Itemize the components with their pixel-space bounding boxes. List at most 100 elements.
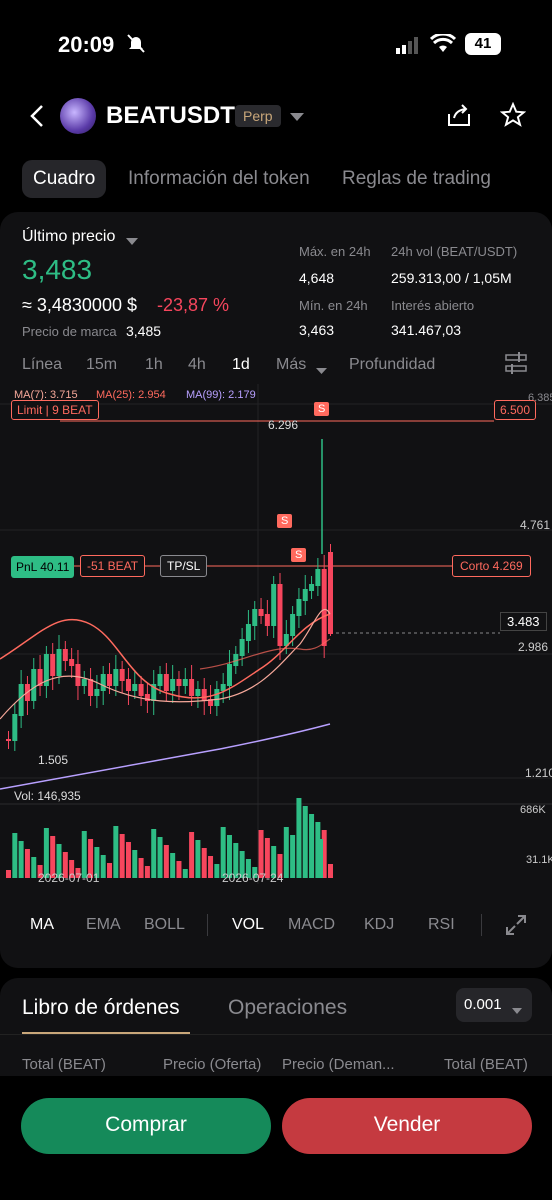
star-icon[interactable] [499,101,527,133]
tf-15m[interactable]: 15m [86,356,117,374]
tf-depth[interactable]: Profundidad [349,356,435,374]
chart-panel: Último precio 3,483 ≈ 3,4830000 $ -23,87… [0,212,552,968]
ma99-label: MA(99): 2.179 [186,389,256,401]
col-header: Precio (Deman... [282,1056,395,1073]
last-price-label[interactable]: Último precio [22,228,115,246]
oi-value: 341.467,03 [391,322,462,338]
candle-body [220,684,226,691]
candle-body [31,669,37,701]
candle-body [189,679,195,696]
position-qty-tag: -51 BEAT [80,555,146,577]
tf-1h[interactable]: 1h [145,356,163,374]
volume-bar [170,853,176,878]
candle-body [315,569,321,586]
ind-boll[interactable]: BOLL [144,916,185,934]
tab-token-info[interactable]: Información del token [128,168,310,190]
bottom-bar: Comprar Vender [0,1076,552,1200]
chevron-down-icon[interactable] [290,110,304,128]
limit-label: Limit [17,403,43,417]
candle-body [69,659,75,666]
volume-bar [31,857,37,878]
high-value: 4,648 [299,270,335,286]
vol-label: 24h vol (BEAT/USDT) [391,244,518,259]
price-change: -23,87 % [157,295,230,315]
candle-body [277,584,283,646]
ind-vol[interactable]: VOL [232,916,264,934]
candle-body [258,609,264,616]
ind-rsi[interactable]: RSI [428,916,455,934]
sell-marker[interactable]: S [291,548,307,562]
ind-kdj[interactable]: KDJ [364,916,394,934]
volume-bar [157,837,163,878]
volume-bar [132,850,138,878]
tf-4h[interactable]: 4h [188,356,206,374]
tf-1d[interactable]: 1d [232,356,250,374]
candle-body [113,669,119,686]
candle-body [163,674,169,691]
candle-body [138,684,144,696]
symbol-title[interactable]: BEATUSDT [106,102,235,130]
tab-orderbook[interactable]: Libro de órdenes [22,996,180,1020]
limit-order-tag[interactable]: Limit | 9 BEAT [11,400,99,420]
volume-bar [201,848,207,878]
volume-bar [24,849,30,878]
chevron-down-icon[interactable] [126,233,138,251]
volume-bar [12,833,18,878]
volume-bar [144,866,150,878]
signal-icon [396,36,422,59]
divider [0,1034,552,1035]
candle-body [182,679,188,686]
top-tabs: Cuadro Información del token Reglas de t… [0,158,552,198]
sell-marker[interactable]: S [314,402,330,416]
chevron-down-icon[interactable] [316,362,327,380]
tf-line[interactable]: Línea [22,356,62,374]
fullscreen-icon[interactable] [505,914,527,941]
candle-body [290,614,296,636]
pnl-badge[interactable]: PnL 40.11 [11,556,75,578]
volume-bar [214,864,220,878]
candle-body [252,609,258,626]
candle-body [6,739,11,741]
candle-body [88,679,94,696]
vol-axis-label: 686K [520,804,546,816]
share-icon[interactable] [446,102,472,133]
back-icon[interactable] [28,104,48,133]
volume-bar [6,870,11,878]
low-mark-label: 1.505 [38,753,69,767]
candle-body [214,689,220,706]
ind-macd[interactable]: MACD [288,916,335,934]
sell-marker[interactable]: S [277,514,293,528]
candle-body [201,689,207,701]
candle-body [176,679,182,686]
candlestick-chart[interactable] [0,384,552,884]
vol-axis-label: 31.1K [526,854,552,866]
candle-body [157,674,163,686]
candle-body [75,664,81,686]
tab-trading-rules[interactable]: Reglas de trading [342,168,491,190]
limit-price-tag: 6.500 [494,400,537,420]
candle-body [321,569,327,646]
tpsl-button[interactable]: TP/SL [160,555,208,577]
ind-ma[interactable]: MA [30,916,54,934]
sell-button[interactable]: Vender [282,1098,532,1154]
ind-ema[interactable]: EMA [86,916,121,934]
chart-settings-icon[interactable] [505,352,527,379]
volume-bar [195,840,201,878]
tf-more[interactable]: Más [276,356,306,374]
tab-trades[interactable]: Operaciones [228,996,347,1020]
volume-bar [176,861,182,878]
candle-body [100,674,106,691]
candle-body [62,649,68,661]
divider [481,914,482,936]
buy-button[interactable]: Comprar [21,1098,271,1154]
volume-bar [18,841,24,878]
mark-price: 3,485 [126,323,162,339]
approx-price: ≈ 3,4830000 $ [22,295,137,315]
candle-body [271,584,277,626]
tab-chart[interactable]: Cuadro [22,160,107,198]
volume-bar [302,806,308,878]
precision-select[interactable]: 0.001 [456,988,532,1022]
orderbook-panel: Libro de órdenes Operaciones 0.001 Total… [0,978,552,1078]
header: BEATUSDT Perp [0,90,552,150]
wifi-icon [429,32,457,59]
